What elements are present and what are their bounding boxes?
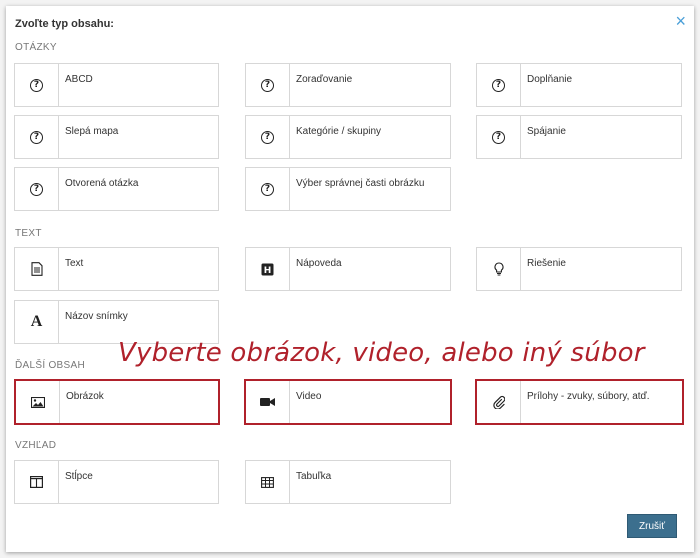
document-icon	[15, 248, 59, 290]
option-kategorie[interactable]: ? Kategórie / skupiny	[245, 115, 451, 159]
question-icon: ?	[246, 64, 290, 106]
option-label: Zoraďovanie	[296, 74, 353, 85]
question-icon: ?	[15, 64, 59, 106]
question-icon: ?	[15, 168, 59, 210]
option-text[interactable]: Text	[14, 247, 219, 291]
option-stlpce[interactable]: Stĺpce	[14, 460, 219, 504]
option-label: Výber správnej časti obrázku	[296, 178, 425, 189]
help-box-icon: H	[246, 248, 290, 290]
option-label: Slepá mapa	[65, 126, 119, 137]
option-napoveda[interactable]: H Nápoveda	[245, 247, 451, 291]
option-label: Názov snímky	[65, 311, 128, 322]
section-questions: OTÁZKY	[15, 42, 57, 53]
question-icon: ?	[246, 116, 290, 158]
dialog-title: Zvoľte typ obsahu:	[15, 18, 114, 30]
option-riesenie[interactable]: Riešenie	[476, 247, 682, 291]
section-layout: VZHĽAD	[15, 440, 57, 451]
option-label: Otvorená otázka	[65, 178, 139, 189]
option-label: Kategórie / skupiny	[296, 126, 382, 137]
option-abcd[interactable]: ? ABCD	[14, 63, 219, 107]
table-icon	[246, 461, 290, 503]
lightbulb-icon	[477, 248, 521, 290]
option-vyber-casti-obrazku[interactable]: ? Výber správnej časti obrázku	[245, 167, 451, 211]
option-obrazok[interactable]: Obrázok	[14, 379, 220, 425]
option-doplnanie[interactable]: ? Doplňanie	[476, 63, 682, 107]
font-a-icon: A	[15, 301, 59, 343]
option-label: Nápoveda	[296, 258, 342, 269]
option-label: Doplňanie	[527, 74, 573, 85]
option-label: Spájanie	[527, 126, 566, 137]
option-label: Video	[296, 391, 322, 402]
option-video[interactable]: Video	[244, 379, 452, 425]
question-icon: ?	[15, 116, 59, 158]
option-label: Riešenie	[527, 258, 566, 269]
option-prilohy[interactable]: Prílohy - zvuky, súbory, atď.	[475, 379, 684, 425]
content-type-dialog: Zvoľte typ obsahu: × OTÁZKY ? ABCD ? Zor…	[6, 6, 694, 552]
video-camera-icon	[246, 381, 290, 423]
option-label: ABCD	[65, 74, 93, 85]
option-label: Text	[65, 258, 84, 269]
paperclip-icon	[477, 381, 521, 423]
option-label: Obrázok	[66, 391, 104, 402]
option-spajanie[interactable]: ? Spájanie	[476, 115, 682, 159]
section-text: TEXT	[15, 228, 42, 239]
section-other: ĎALŠÍ OBSAH	[15, 360, 85, 371]
option-tabulka[interactable]: Tabuľka	[245, 460, 451, 504]
option-slepa-mapa[interactable]: ? Slepá mapa	[14, 115, 219, 159]
option-otvorena-otazka[interactable]: ? Otvorená otázka	[14, 167, 219, 211]
option-zoradovanie[interactable]: ? Zoraďovanie	[245, 63, 451, 107]
image-icon	[16, 381, 60, 423]
close-icon[interactable]: ×	[675, 12, 686, 30]
option-label: Stĺpce	[65, 471, 93, 482]
annotation-callout: Vyberte obrázok, video, alebo iný súbor	[118, 338, 645, 368]
svg-text:H: H	[264, 266, 272, 276]
option-label: Tabuľka	[296, 471, 332, 482]
question-icon: ?	[477, 64, 521, 106]
question-icon: ?	[477, 116, 521, 158]
cancel-button[interactable]: Zrušiť	[627, 514, 677, 538]
columns-icon	[15, 461, 59, 503]
question-icon: ?	[246, 168, 290, 210]
option-label: Prílohy - zvuky, súbory, atď.	[527, 391, 650, 402]
